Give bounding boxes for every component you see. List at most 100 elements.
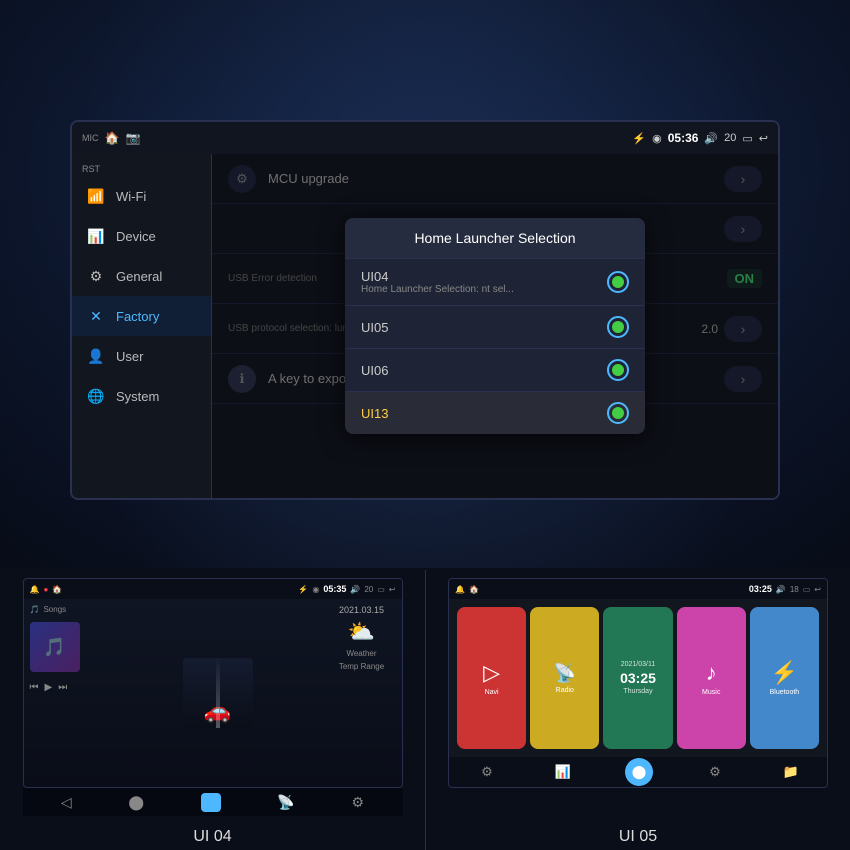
user-label: User xyxy=(116,349,143,364)
app-grid: ▷ Navi 📡 Radio 2021/03/11 03:25 Thursday xyxy=(457,607,819,749)
home-icon: 🏠 xyxy=(105,131,120,145)
wifi-label: Wi-Fi xyxy=(116,189,146,204)
ui04-content: 🎵 Songs 🎵 ⏮ ▶ ⏭ xyxy=(24,599,402,787)
rst-label: RST xyxy=(72,162,211,176)
ui05-settings-icon[interactable]: ⚙ xyxy=(473,758,501,786)
sidebar-item-wifi[interactable]: 📶 Wi-Fi xyxy=(72,176,211,216)
status-left: MIC 🏠 📷 xyxy=(82,131,140,145)
nav-home-icon[interactable]: ⬤ xyxy=(128,794,144,811)
ui05-home-icon[interactable]: ⬤ xyxy=(625,758,653,786)
ui06-option-label: UI06 xyxy=(361,363,595,378)
ui05-screen: 🔔 🏠 03:25 🔊 18 ▭ ↩ ▷ Navi xyxy=(448,578,828,788)
nav-signal-icon[interactable]: 📡 xyxy=(277,794,294,811)
ui04-option-label: UI04 Home Launcher Selection: nt sel... xyxy=(361,269,595,295)
volume-level: 20 xyxy=(724,132,736,144)
app-music[interactable]: ♪ Music xyxy=(677,607,746,749)
mic-label: MIC xyxy=(82,133,99,143)
content-area: RST 📶 Wi-Fi 📊 Device ⚙ General ✕ Factory… xyxy=(72,154,778,498)
ui05-content: ▷ Navi 📡 Radio 2021/03/11 03:25 Thursday xyxy=(449,599,827,757)
date-display: 2021.03.15 xyxy=(339,605,384,615)
dialog-option-ui13[interactable]: UI13 xyxy=(345,392,645,434)
ui04-right: 2021.03.15 ⛅ Weather Temp Range xyxy=(322,599,402,787)
nav-apps-icon[interactable]: ⊞ xyxy=(201,793,221,812)
user-icon: 👤 xyxy=(86,346,106,366)
ui05-option-label: UI05 xyxy=(361,320,595,335)
sidebar-item-system[interactable]: 🌐 System xyxy=(72,376,211,416)
status-time: 05:36 xyxy=(668,131,699,145)
bottom-screens: 🔔 ● 🏠 ⚡ ◉ 05:35 🔊 20 ▭ ↩ 🎵 xyxy=(0,570,850,850)
ui04-left: 🎵 Songs 🎵 ⏮ ▶ ⏭ xyxy=(24,599,114,787)
launcher-dialog: Home Launcher Selection UI04 Home Launch… xyxy=(345,218,645,434)
wifi-icon: 📶 xyxy=(86,186,106,206)
wrench-icon: ✕ xyxy=(86,306,106,326)
dialog-option-ui05[interactable]: UI05 xyxy=(345,306,645,349)
ui05-chart-icon[interactable]: 📊 xyxy=(549,758,577,786)
weather-icon: ⛅ xyxy=(348,619,375,645)
navi-label: Navi xyxy=(485,689,499,696)
dialog-option-ui04[interactable]: UI04 Home Launcher Selection: nt sel... xyxy=(345,259,645,306)
ui05-label: UI 05 xyxy=(619,828,657,846)
main-screen: MIC 🏠 📷 ⚡ ◉ 05:36 🔊 20 ▭ ↩ RST 📶 Wi-Fi � xyxy=(70,120,780,500)
ui05-statusbar: 🔔 🏠 03:25 🔊 18 ▭ ↩ xyxy=(449,579,827,599)
ui04-statusbar: 🔔 ● 🏠 ⚡ ◉ 05:35 🔊 20 ▭ ↩ xyxy=(24,579,402,599)
ui04-screen: 🔔 ● 🏠 ⚡ ◉ 05:35 🔊 20 ▭ ↩ 🎵 xyxy=(23,578,403,788)
ui04-center: 🚗 xyxy=(114,599,322,787)
app-bluetooth[interactable]: ⚡ Bluetooth xyxy=(750,607,819,749)
wifi-icon: ◉ xyxy=(652,132,662,145)
dialog-overlay[interactable]: Home Launcher Selection UI04 Home Launch… xyxy=(212,154,778,498)
music-label: Music xyxy=(702,689,720,696)
ui04-label: UI 04 xyxy=(193,828,231,846)
sidebar-item-factory[interactable]: ✕ Factory xyxy=(72,296,211,336)
status-right: ⚡ ◉ 05:36 🔊 20 ▭ ↩ xyxy=(632,131,768,145)
play-btn[interactable]: ▶ xyxy=(45,682,53,693)
ui13-radio[interactable] xyxy=(607,402,629,424)
globe-icon: 🌐 xyxy=(86,386,106,406)
ui04-sub: Home Launcher Selection: nt sel... xyxy=(361,284,595,295)
next-btn[interactable]: ⏭ xyxy=(58,682,67,693)
volume-icon: 🔊 xyxy=(704,132,718,145)
gear-icon: ⚙ xyxy=(86,266,106,286)
prev-btn[interactable]: ⏮ xyxy=(30,682,39,693)
device-label: Device xyxy=(116,229,156,244)
device-icon: 📊 xyxy=(86,226,106,246)
music-controls: ⏮ ▶ ⏭ xyxy=(30,682,108,693)
bt-icon: ⚡ xyxy=(632,132,646,145)
ui05-gear-icon[interactable]: ⚙ xyxy=(701,758,729,786)
ui05-container: 🔔 🏠 03:25 🔊 18 ▭ ↩ ▷ Navi xyxy=(425,570,850,850)
app-clock[interactable]: 2021/03/11 03:25 Thursday xyxy=(603,607,672,749)
sidebar-item-general[interactable]: ⚙ General xyxy=(72,256,211,296)
system-label: System xyxy=(116,389,159,404)
ui04-radio[interactable] xyxy=(607,271,629,293)
sidebar-item-device[interactable]: 📊 Device xyxy=(72,216,211,256)
camera-icon: 📷 xyxy=(125,131,140,145)
ui04-navbar: ◁ ⬤ ⊞ 📡 ⚙ xyxy=(23,788,403,816)
app-navi[interactable]: ▷ Navi xyxy=(457,607,526,749)
status-bar: MIC 🏠 📷 ⚡ ◉ 05:36 🔊 20 ▭ ↩ xyxy=(72,122,778,154)
clock-date: 2021/03/11 xyxy=(621,661,656,668)
factory-label: Factory xyxy=(116,309,159,324)
settings-main: ⚙ MCU upgrade › › USB Error detection ON… xyxy=(212,154,778,498)
clock-day: Thursday xyxy=(623,688,652,695)
ui05-navbar: ⚙ 📊 ⬤ ⚙ 📁 xyxy=(449,757,828,787)
weather-label: Weather xyxy=(346,649,376,658)
ui13-option-label: UI13 xyxy=(361,406,595,421)
dialog-option-ui06[interactable]: UI06 xyxy=(345,349,645,392)
battery-icon: ▭ xyxy=(742,132,752,145)
ui05-radio[interactable] xyxy=(607,316,629,338)
clock-time: 03:25 xyxy=(620,671,656,685)
ui06-radio[interactable] xyxy=(607,359,629,381)
back-icon: ↩ xyxy=(759,132,768,145)
ui04-container: 🔔 ● 🏠 ⚡ ◉ 05:35 🔊 20 ▭ ↩ 🎵 xyxy=(0,570,425,850)
sidebar: RST 📶 Wi-Fi 📊 Device ⚙ General ✕ Factory… xyxy=(72,154,212,498)
ui05-folder-icon[interactable]: 📁 xyxy=(777,758,805,786)
album-art: 🎵 xyxy=(30,622,80,672)
general-label: General xyxy=(116,269,162,284)
dialog-title: Home Launcher Selection xyxy=(345,218,645,259)
nav-back-icon[interactable]: ◁ xyxy=(61,794,72,811)
music-songs-label: 🎵 Songs xyxy=(30,605,108,614)
app-radio[interactable]: 📡 Radio xyxy=(530,607,599,749)
bluetooth-label: Bluetooth xyxy=(770,689,800,696)
sidebar-item-user[interactable]: 👤 User xyxy=(72,336,211,376)
nav-settings-icon[interactable]: ⚙ xyxy=(352,794,365,811)
temp-label: Temp Range xyxy=(339,662,384,671)
